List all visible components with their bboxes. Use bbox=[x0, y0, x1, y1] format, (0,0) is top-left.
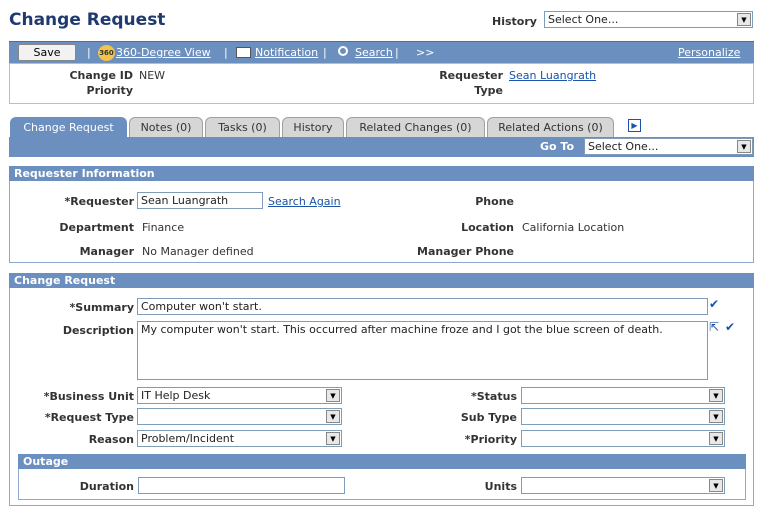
department-label: Department bbox=[59, 221, 134, 234]
outage-header: Outage bbox=[18, 454, 746, 469]
location-label: Location bbox=[461, 221, 514, 234]
requester-field-label: *Requester bbox=[64, 195, 134, 208]
requester-label: Requester bbox=[439, 69, 503, 82]
page-title: Change Request bbox=[9, 10, 166, 30]
personalize-link[interactable]: Personalize bbox=[678, 46, 740, 59]
dropdown-arrow-icon: ▼ bbox=[326, 432, 340, 445]
change-id-value: NEW bbox=[139, 69, 166, 82]
dropdown-arrow-icon: ▼ bbox=[709, 410, 723, 423]
business-unit-value: IT Help Desk bbox=[141, 389, 211, 402]
business-unit-label: *Business Unit bbox=[43, 390, 134, 403]
status-label: *Status bbox=[471, 390, 517, 403]
reason-value: Problem/Incident bbox=[141, 432, 235, 445]
toolbar: Save | 360 360-Degree View | Notificatio… bbox=[9, 41, 754, 63]
summary-label: *Summary bbox=[69, 301, 134, 314]
toolbar-separator: | bbox=[224, 46, 228, 59]
summary-input[interactable]: Computer won't start. bbox=[137, 298, 708, 315]
toolbar-separator: | bbox=[87, 46, 91, 59]
notification-icon bbox=[236, 47, 251, 58]
phone-label: Phone bbox=[475, 195, 514, 208]
manager-label: Manager bbox=[79, 245, 134, 258]
tab-tasks[interactable]: Tasks (0) bbox=[205, 117, 280, 137]
location-value: California Location bbox=[522, 221, 625, 234]
search-link[interactable]: Search bbox=[355, 46, 393, 59]
sub-type-label: Sub Type bbox=[460, 411, 517, 424]
reason-select[interactable]: Problem/Incident ▼ bbox=[137, 430, 342, 447]
priority-label: Priority bbox=[86, 84, 133, 97]
type-label: Type bbox=[474, 84, 503, 97]
dropdown-arrow-icon: ▼ bbox=[326, 410, 340, 423]
spell-check-icon[interactable]: ✔ bbox=[709, 297, 719, 311]
change-request-header: Change Request bbox=[9, 273, 754, 288]
dropdown-arrow-icon: ▼ bbox=[326, 389, 340, 402]
tab-related-actions[interactable]: Related Actions (0) bbox=[487, 117, 614, 137]
tab-change-request[interactable]: Change Request bbox=[10, 117, 127, 137]
requester-input[interactable]: Sean Luangrath bbox=[137, 192, 263, 209]
tab-related-changes[interactable]: Related Changes (0) bbox=[346, 117, 485, 137]
dropdown-arrow-icon: ▼ bbox=[737, 140, 751, 153]
units-label: Units bbox=[484, 480, 517, 493]
request-type-select[interactable]: ▼ bbox=[137, 408, 342, 425]
search-again-link[interactable]: Search Again bbox=[268, 195, 341, 208]
sub-type-select[interactable]: ▼ bbox=[521, 408, 725, 425]
duration-label: Duration bbox=[79, 480, 134, 493]
notification-link[interactable]: Notification bbox=[255, 46, 318, 59]
tab-scroll-right-icon[interactable]: ▶ bbox=[628, 119, 641, 132]
reason-label: Reason bbox=[88, 433, 134, 446]
toolbar-more[interactable]: >> bbox=[416, 46, 434, 59]
toolbar-separator: | bbox=[323, 46, 327, 59]
goto-select[interactable]: Select One... ▼ bbox=[584, 138, 753, 155]
description-label: Description bbox=[62, 324, 134, 337]
request-type-label: *Request Type bbox=[44, 411, 134, 424]
360-degree-view-link[interactable]: 360-Degree View bbox=[116, 46, 211, 59]
toolbar-separator: | bbox=[395, 46, 399, 59]
dropdown-arrow-icon: ▼ bbox=[737, 13, 751, 26]
history-select[interactable]: Select One... ▼ bbox=[544, 11, 753, 28]
requester-link[interactable]: Sean Luangrath bbox=[509, 69, 596, 82]
requester-info-header: Requester Information bbox=[9, 166, 754, 181]
description-textarea[interactable]: My computer won't start. This occurred a… bbox=[137, 321, 708, 380]
history-label: History bbox=[492, 15, 537, 28]
department-value: Finance bbox=[142, 221, 185, 234]
expand-icon[interactable]: ⇱ bbox=[709, 320, 719, 334]
spell-check-icon[interactable]: ✔ bbox=[725, 320, 735, 334]
status-select[interactable]: ▼ bbox=[521, 387, 725, 404]
save-button[interactable]: Save bbox=[18, 44, 76, 61]
change-id-label: Change ID bbox=[69, 69, 133, 82]
priority-select[interactable]: ▼ bbox=[521, 430, 725, 447]
history-select-value: Select One... bbox=[548, 13, 619, 26]
dropdown-arrow-icon: ▼ bbox=[709, 389, 723, 402]
dropdown-arrow-icon: ▼ bbox=[709, 479, 723, 492]
dropdown-arrow-icon: ▼ bbox=[709, 432, 723, 445]
tab-notes[interactable]: Notes (0) bbox=[129, 117, 203, 137]
manager-value: No Manager defined bbox=[142, 245, 254, 258]
search-icon bbox=[338, 46, 348, 56]
business-unit-select[interactable]: IT Help Desk ▼ bbox=[137, 387, 342, 404]
goto-label: Go To bbox=[540, 140, 575, 153]
priority-field-label: *Priority bbox=[464, 433, 517, 446]
goto-select-value: Select One... bbox=[588, 140, 659, 153]
duration-input[interactable] bbox=[138, 477, 345, 494]
manager-phone-label: Manager Phone bbox=[417, 245, 514, 258]
units-select[interactable]: ▼ bbox=[521, 477, 725, 494]
360-view-icon: 360 bbox=[98, 45, 115, 61]
tab-history[interactable]: History bbox=[282, 117, 344, 137]
